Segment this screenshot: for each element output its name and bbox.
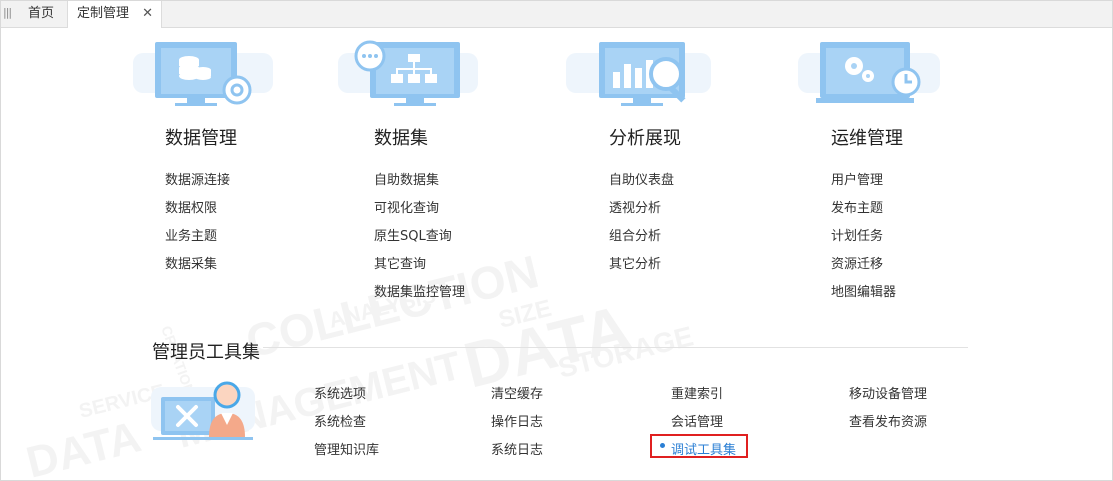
svg-text:SIZE: SIZE [496, 295, 554, 334]
link-scheduled-task[interactable]: 计划任务 [831, 225, 883, 244]
link-datasource-connection[interactable]: 数据源连接 [165, 169, 230, 188]
bullet-dot-icon [660, 443, 665, 448]
tool-knowledge-base[interactable]: 管理知识库 [314, 439, 379, 458]
link-resource-migration[interactable]: 资源迁移 [831, 253, 883, 272]
link-data-collection[interactable]: 数据采集 [165, 253, 217, 272]
link-self-service-dashboard[interactable]: 自助仪表盘 [609, 169, 674, 188]
drag-handle-icon[interactable]: ||| [3, 6, 13, 20]
module-title-operations: 运维管理 [831, 128, 903, 149]
tool-system-options[interactable]: 系统选项 [314, 383, 366, 402]
module-title-dataset: 数据集 [374, 128, 428, 149]
tool-system-check[interactable]: 系统检查 [314, 411, 366, 430]
link-native-sql-query[interactable]: 原生SQL查询 [374, 225, 452, 244]
tool-clear-cache[interactable]: 清空缓存 [491, 383, 543, 402]
tool-mobile-device-management[interactable]: 移动设备管理 [849, 383, 927, 402]
link-publish-topic[interactable]: 发布主题 [831, 197, 883, 216]
module-title-analysis: 分析展现 [609, 128, 681, 149]
link-other-analysis[interactable]: 其它分析 [609, 253, 661, 272]
tab-home[interactable]: 首页 [21, 1, 65, 27]
link-business-topic[interactable]: 业务主题 [165, 225, 217, 244]
tab-bar: ||| 首页 定制管理 ✕ [1, 1, 1112, 28]
link-pivot-analysis[interactable]: 透视分析 [609, 197, 661, 216]
link-combined-analysis[interactable]: 组合分析 [609, 225, 661, 244]
link-visual-query[interactable]: 可视化查询 [374, 197, 439, 216]
link-map-editor[interactable]: 地图编辑器 [831, 281, 896, 300]
tab-home-label: 首页 [28, 6, 55, 21]
section-divider [263, 347, 968, 348]
database-gear-icon[interactable] [133, 40, 273, 112]
tool-system-log[interactable]: 系统日志 [491, 439, 543, 458]
link-other-query[interactable]: 其它查询 [374, 253, 426, 272]
module-title-data-management: 数据管理 [165, 128, 237, 149]
close-icon[interactable]: ✕ [142, 1, 153, 26]
admin-tools-title: 管理员工具集 [152, 342, 260, 363]
link-user-management[interactable]: 用户管理 [831, 169, 883, 188]
dataset-network-icon[interactable] [338, 40, 478, 112]
chart-magnifier-icon[interactable] [566, 40, 711, 112]
tool-operation-log[interactable]: 操作日志 [491, 411, 543, 430]
svg-text:STORAGE: STORAGE [555, 320, 696, 383]
tab-custom-management-label: 定制管理 [77, 6, 130, 21]
link-data-permission[interactable]: 数据权限 [165, 197, 217, 216]
tab-custom-management[interactable]: 定制管理 ✕ [67, 1, 162, 28]
gears-clock-icon[interactable] [798, 40, 940, 112]
link-dataset-monitor[interactable]: 数据集监控管理 [374, 281, 465, 300]
tool-view-published-resources[interactable]: 查看发布资源 [849, 411, 927, 430]
tool-debug-toolkit[interactable]: 调试工具集 [671, 439, 736, 458]
tool-session-management[interactable]: 会话管理 [671, 411, 723, 430]
link-self-service-dataset[interactable]: 自助数据集 [374, 169, 439, 188]
svg-text:DATA: DATA [22, 412, 146, 481]
admin-tools-icon [151, 373, 257, 443]
tool-rebuild-index[interactable]: 重建索引 [671, 383, 723, 402]
